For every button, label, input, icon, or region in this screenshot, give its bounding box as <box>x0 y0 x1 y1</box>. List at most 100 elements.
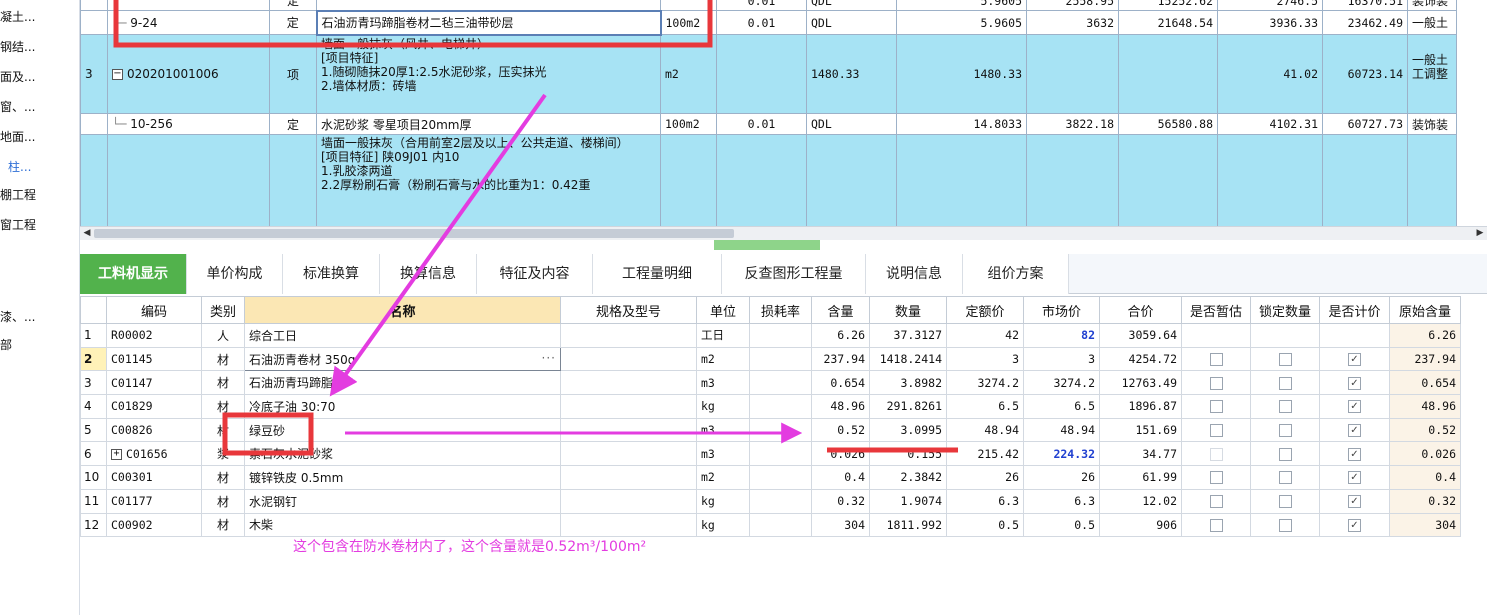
resource-category[interactable]: 材 <box>201 512 245 538</box>
lock-quantity-cell[interactable] <box>1250 394 1320 419</box>
expand-toggle-icon[interactable]: + <box>111 448 122 460</box>
lock-quantity-checkbox[interactable] <box>1278 424 1292 438</box>
estimate-cell[interactable] <box>1181 346 1251 372</box>
item-code-cell[interactable]: −020201001007 <box>107 134 270 238</box>
lock-quantity-checkbox[interactable] <box>1278 495 1292 509</box>
resource-loss-rate[interactable] <box>749 512 812 538</box>
tree-node[interactable]: 窗、... <box>0 96 78 118</box>
resource-name-cell[interactable]: 绿豆砂 <box>244 417 561 443</box>
tab-pricing-plan[interactable]: 组价方案 <box>963 254 1069 294</box>
tree-node[interactable]: 窗工程 <box>0 214 78 236</box>
resource-row[interactable]: 3 C01147 材石油沥青玛蹄脂 m3 0.654 3.8982 3274.2 3274.2… <box>80 370 1461 396</box>
col-header-base-price[interactable]: 定额价 <box>946 296 1024 324</box>
is-priced-checkbox[interactable]: ✓ <box>1348 376 1361 390</box>
resource-code-cell[interactable]: C00902 <box>106 512 202 538</box>
resource-content[interactable]: 6.26 <box>811 323 870 348</box>
tree-node[interactable]: 部 <box>0 334 78 356</box>
resource-loss-rate[interactable] <box>749 323 812 348</box>
col-header-original-content[interactable]: 原始含量 <box>1389 296 1461 324</box>
resource-name-cell[interactable]: 石油沥青卷材 350g ··· <box>244 346 561 372</box>
scroll-left-icon[interactable]: ◀ <box>80 227 94 241</box>
col-header-estimate[interactable]: 是否暂估 <box>1181 296 1251 324</box>
resource-spec[interactable] <box>560 323 697 348</box>
resource-loss-rate[interactable] <box>749 441 812 467</box>
item-code-cell[interactable]: └─ 10-256 <box>107 113 270 135</box>
resource-code-cell[interactable]: + C01656 <box>106 441 202 467</box>
resource-unit[interactable]: 工日 <box>696 323 750 348</box>
row-number[interactable]: 10 <box>80 465 107 490</box>
is-priced-checkbox[interactable]: ✓ <box>1348 447 1361 461</box>
resource-spec[interactable] <box>560 417 697 443</box>
resource-unit[interactable]: m3 <box>696 417 750 443</box>
estimate-checkbox[interactable] <box>1209 376 1223 390</box>
is-priced-cell[interactable]: ✓ <box>1319 370 1390 396</box>
resource-content[interactable]: 0.654 <box>811 370 870 396</box>
is-priced-checkbox[interactable]: ✓ <box>1348 424 1361 438</box>
resource-market-price[interactable]: 26 <box>1023 465 1100 490</box>
resource-quantity[interactable]: 37.3127 <box>869 323 947 348</box>
scroll-right-icon[interactable]: ▶ <box>1473 227 1487 241</box>
resource-loss-rate[interactable] <box>749 346 812 372</box>
tree-node[interactable]: 钢结... <box>0 36 78 58</box>
is-priced-checkbox[interactable]: ✓ <box>1348 471 1361 485</box>
estimate-cell[interactable] <box>1181 488 1251 514</box>
resource-market-price[interactable]: 48.94 <box>1023 417 1100 443</box>
estimate-cell[interactable] <box>1181 370 1251 396</box>
item-code-cell[interactable]: −020201001006 <box>107 34 270 114</box>
row-number[interactable]: 3 <box>80 370 107 396</box>
resource-loss-rate[interactable] <box>749 465 812 490</box>
resource-content[interactable]: 0.026 <box>811 441 870 467</box>
estimate-checkbox[interactable] <box>1209 400 1223 414</box>
resource-name-cell[interactable]: 水泥钢钉 <box>244 488 561 514</box>
resource-market-price[interactable]: 3 <box>1023 346 1100 372</box>
resource-spec[interactable] <box>560 488 697 514</box>
col-header-lock-qty[interactable]: 锁定数量 <box>1250 296 1320 324</box>
row-number[interactable]: 12 <box>80 512 107 538</box>
col-header-priced[interactable]: 是否计价 <box>1319 296 1390 324</box>
tab-standard-conversion[interactable]: 标准换算 <box>283 254 380 294</box>
estimate-cell[interactable] <box>1181 512 1251 538</box>
tree-node-selected[interactable]: 柱... <box>0 156 78 178</box>
row-number[interactable]: 1 <box>80 323 107 348</box>
resource-unit[interactable]: kg <box>696 394 750 419</box>
lock-quantity-cell[interactable] <box>1250 370 1320 396</box>
is-priced-checkbox[interactable]: ✓ <box>1348 353 1361 367</box>
resource-loss-rate[interactable] <box>749 370 812 396</box>
estimate-cell[interactable] <box>1181 323 1251 348</box>
resource-quantity[interactable]: 1418.2414 <box>869 346 947 372</box>
resource-market-price[interactable]: 6.5 <box>1023 394 1100 419</box>
is-priced-cell[interactable] <box>1319 323 1390 348</box>
resource-unit[interactable]: kg <box>696 488 750 514</box>
resource-quantity[interactable]: 0.155 <box>869 441 947 467</box>
resource-code-cell[interactable]: C00301 <box>106 465 202 490</box>
tab-unit-price-composition[interactable]: 单价构成 <box>187 254 283 294</box>
item-name[interactable] <box>316 0 661 11</box>
resource-unit[interactable]: m2 <box>696 465 750 490</box>
estimate-checkbox[interactable] <box>1209 424 1223 438</box>
resource-code-cell[interactable]: C00826 <box>106 417 202 443</box>
horizontal-scrollbar[interactable]: ◀ ▶ <box>80 226 1487 240</box>
resource-unit[interactable]: m3 <box>696 441 750 467</box>
resource-loss-rate[interactable] <box>749 488 812 514</box>
lock-quantity-checkbox[interactable] <box>1278 353 1292 367</box>
resource-code-cell[interactable]: C01145 <box>106 346 202 372</box>
resource-spec[interactable] <box>560 346 697 372</box>
lock-quantity-cell[interactable] <box>1250 417 1320 443</box>
is-priced-checkbox[interactable]: ✓ <box>1348 400 1361 414</box>
resource-quantity[interactable]: 1811.992 <box>869 512 947 538</box>
item-name[interactable]: 水泥砂浆 零星项目20mm厚 <box>316 113 661 135</box>
collapse-toggle-icon[interactable]: − <box>112 69 123 80</box>
is-priced-checkbox[interactable]: ✓ <box>1348 518 1361 532</box>
resource-content[interactable]: 304 <box>811 512 870 538</box>
estimate-checkbox[interactable] <box>1209 518 1223 532</box>
estimate-checkbox[interactable] <box>1209 495 1223 509</box>
row-number[interactable]: 6 <box>80 441 107 467</box>
upper-row[interactable]: 3 −020201001006 项 墙面一般抹灰（风井、电梯井） [项目特征] … <box>80 34 1457 114</box>
resource-category[interactable]: 材 <box>201 465 245 490</box>
resource-code-cell[interactable]: R00002 <box>106 323 202 348</box>
is-priced-cell[interactable]: ✓ <box>1319 512 1390 538</box>
resource-spec[interactable] <box>560 394 697 419</box>
resource-name-cell[interactable]: 镀锌铁皮 0.5mm <box>244 465 561 490</box>
resource-content[interactable]: 48.96 <box>811 394 870 419</box>
lock-quantity-cell[interactable] <box>1250 465 1320 490</box>
